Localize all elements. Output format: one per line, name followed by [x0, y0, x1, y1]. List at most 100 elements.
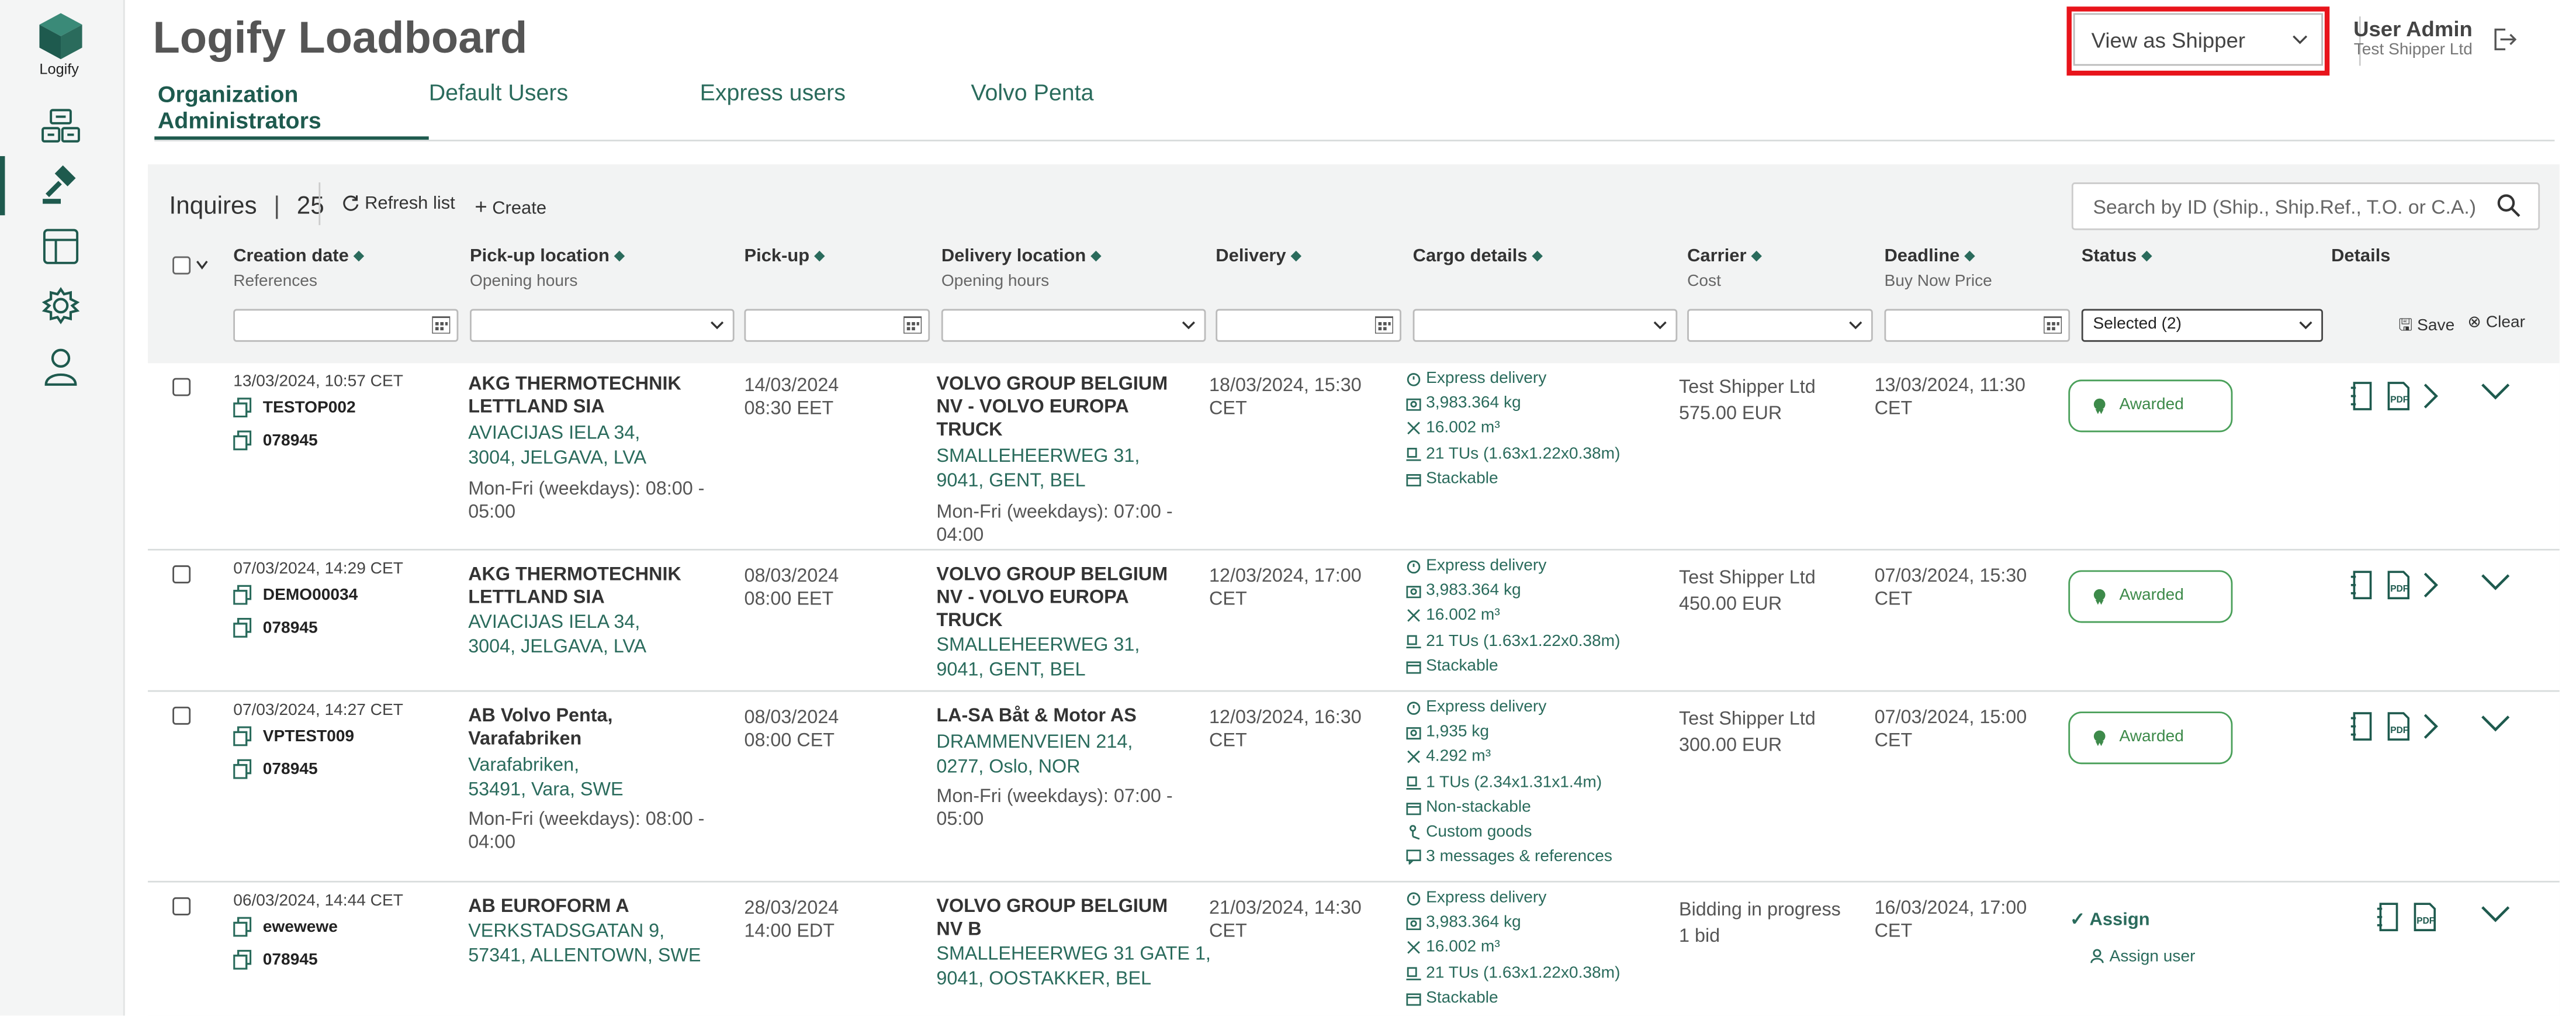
carrier-filter[interactable] [1687, 309, 1873, 342]
row-checkbox[interactable] [172, 565, 191, 583]
create-button[interactable]: + Create [475, 194, 546, 219]
pdf-icon[interactable]: PDF [2412, 902, 2438, 932]
copy-icon[interactable] [233, 726, 252, 747]
delivery-address[interactable]: SMALLEHEERWEG 31, 9041, GENT, BEL [936, 445, 1140, 495]
col-creation-date[interactable]: Creation date ◆ [233, 247, 363, 267]
refresh-list-button[interactable]: Refresh list [342, 194, 455, 213]
chevron-right-icon[interactable] [2416, 570, 2443, 600]
cargo-value: 4.292 m³ [1426, 748, 1491, 767]
chevron-down-icon[interactable] [196, 260, 209, 270]
col-delivery-location[interactable]: Delivery location ◆ [941, 247, 1101, 267]
select-all-checkbox[interactable] [172, 256, 191, 275]
expand-row-chevron-icon[interactable] [2481, 381, 2511, 401]
address-line: 53491, Vara, SWE [468, 780, 624, 801]
hours-line: 04:00 [936, 526, 984, 546]
calendar-icon[interactable] [2044, 316, 2062, 334]
creation-date-filter[interactable] [233, 309, 459, 342]
pdf-icon[interactable]: PDF [2385, 381, 2412, 411]
clear-filter-button[interactable]: ⊗ Clear [2467, 314, 2525, 332]
cargo-messages[interactable]: 3 messages & references [1406, 848, 1612, 873]
pickup-location-filter[interactable] [470, 309, 735, 342]
delivery-date-filter[interactable] [1216, 309, 1401, 342]
col-delivery[interactable]: Delivery ◆ [1216, 247, 1301, 267]
clear-icon: ⊗ [2467, 313, 2482, 332]
gavel-icon[interactable] [38, 164, 84, 207]
col-cargo-details[interactable]: Cargo details ◆ [1413, 247, 1543, 267]
col-pickup[interactable]: Pick-up ◆ [744, 247, 824, 267]
col-deadline[interactable]: Deadline ◆ [1884, 247, 1975, 267]
logify-logo[interactable] [36, 12, 85, 61]
pickup-address[interactable]: AVIACIJAS IELA 34, 3004, JELGAVA, LVA [468, 422, 646, 471]
user-profile-icon[interactable] [38, 345, 84, 388]
save-filter-button[interactable]: 🖫 Save [2398, 314, 2454, 342]
copy-icon[interactable] [233, 949, 252, 970]
expand-row-chevron-icon[interactable] [2481, 572, 2511, 592]
settings-gear-icon[interactable] [38, 284, 84, 327]
table-row[interactable]: 13/03/2024, 10:57 CET TESTOP002 078945 A… [148, 363, 2560, 551]
delivery-address[interactable]: SMALLEHEERWEG 31 GATE 1, 9041, OOSTAKKER,… [936, 944, 1211, 993]
status-badge: Awarded [2068, 379, 2233, 433]
cargo-details-filter[interactable] [1412, 309, 1678, 342]
document-icon[interactable] [2376, 902, 2402, 932]
row-checkbox[interactable] [172, 706, 191, 725]
pickup-address[interactable]: VERKSTADSGATAN 9, 57341, ALLENTOWN, SWE [468, 920, 701, 969]
pickup-date: 08/03/2024 [744, 566, 839, 587]
table-row[interactable]: 07/03/2024, 14:29 CET DEMO00034 078945 A… [148, 550, 2560, 692]
assign-user-button[interactable]: Assign user [2090, 948, 2195, 966]
pdf-icon[interactable]: PDF [2385, 570, 2412, 600]
status-filter[interactable]: Selected (2) [2081, 309, 2324, 342]
calendar-icon[interactable] [432, 316, 451, 334]
expand-row-chevron-icon[interactable] [2481, 713, 2511, 733]
calendar-icon[interactable] [1374, 316, 1393, 334]
search-icon[interactable] [2495, 192, 2522, 219]
col-details: Details [2331, 246, 2391, 267]
table-row[interactable]: 06/03/2024, 14:44 CET ewewewe 078945 AB … [148, 882, 2560, 1016]
row-checkbox[interactable] [172, 897, 191, 915]
delivery-address[interactable]: SMALLEHEERWEG 31, 9041, GENT, BEL [936, 634, 1140, 683]
layout-icon[interactable] [38, 225, 84, 268]
chevron-right-icon[interactable] [2416, 381, 2443, 411]
col-references-sub: References [233, 272, 317, 291]
delivery-datetime: 12/03/2024, 17:00 CET [1209, 565, 1362, 611]
copy-icon[interactable] [233, 585, 252, 605]
copy-icon[interactable] [233, 618, 252, 638]
award-icon [2093, 398, 2106, 414]
copy-icon[interactable] [233, 398, 252, 418]
pdf-icon[interactable]: PDF [2385, 711, 2412, 741]
tab-default-users[interactable]: Default Users [429, 79, 568, 105]
tab-organization-administrators[interactable]: Organization Administrators [158, 81, 355, 133]
expand-arrows-icon [1407, 941, 1420, 955]
loadboard-icon[interactable] [38, 105, 84, 148]
delivery-tz: CET [1209, 922, 1247, 942]
plus-icon: + [475, 193, 487, 219]
copy-icon[interactable] [233, 917, 252, 937]
logout-icon[interactable] [2491, 26, 2517, 53]
pickup-date-filter[interactable] [744, 309, 930, 342]
col-carrier[interactable]: Carrier ◆ [1687, 247, 1761, 267]
document-icon[interactable] [2349, 570, 2376, 600]
deadline-filter[interactable] [1884, 309, 2071, 342]
pickup-address[interactable]: AVIACIJAS IELA 34, 3004, JELGAVA, LVA [468, 611, 646, 661]
delivery-location-filter[interactable] [941, 309, 1206, 342]
col-status[interactable]: Status ◆ [2082, 247, 2152, 267]
document-icon[interactable] [2349, 711, 2376, 741]
cargo-weight: 3,983.364 kg [1406, 914, 1620, 939]
copy-icon[interactable] [233, 759, 252, 779]
cargo-stackable: Stackable [1406, 989, 1620, 1014]
pickup-address[interactable]: Varafabriken, 53491, Vara, SWE [468, 754, 623, 803]
hours-line: Mon-Fri (weekdays): 07:00 - [936, 787, 1173, 807]
copy-icon[interactable] [233, 430, 252, 451]
tab-express-users[interactable]: Express users [700, 79, 846, 105]
delivery-address[interactable]: DRAMMENVEIEN 214, 0277, Oslo, NOR [936, 731, 1133, 780]
row-checkbox[interactable] [172, 378, 191, 396]
svg-text:PDF: PDF [2390, 725, 2408, 735]
search-input[interactable]: Search by ID (Ship., Ship.Ref., T.O. or … [2071, 182, 2540, 230]
col-pickup-location[interactable]: Pick-up location ◆ [470, 247, 625, 267]
chevron-right-icon[interactable] [2416, 711, 2443, 741]
table-row[interactable]: 07/03/2024, 14:27 CET VPTEST009 078945 A… [148, 692, 2560, 883]
assign-button[interactable]: ✓ Assign [2070, 909, 2150, 930]
calendar-icon[interactable] [903, 316, 922, 334]
tab-volvo-penta[interactable]: Volvo Penta [971, 79, 1093, 105]
document-icon[interactable] [2349, 381, 2376, 411]
expand-row-chevron-icon[interactable] [2481, 904, 2511, 924]
